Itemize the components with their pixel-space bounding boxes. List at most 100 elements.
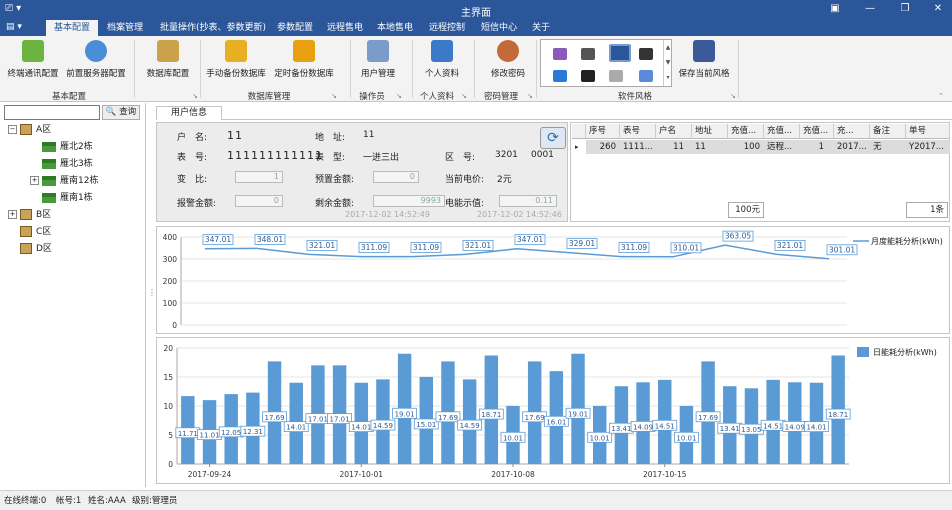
user-management-button[interactable]: 用户管理 — [356, 40, 400, 79]
scheduled-backup-button[interactable]: 定时备份数据库 — [272, 40, 336, 79]
ribbon-tabs: ▤ ▾ 基本配置 档案管理 批量操作(抄表、参数更新) 参数配置 远程售电 本地… — [0, 20, 952, 36]
skin-dark-icon[interactable] — [581, 48, 595, 60]
grid-header[interactable]: 充值... — [800, 124, 834, 139]
price-value: 2元 — [497, 175, 512, 185]
skin-gallery[interactable]: ▲ ▼ ▾ — [540, 39, 672, 87]
alarm-label: 报警金额: — [177, 199, 217, 209]
dialog-launcher-icon[interactable]: ↘ — [730, 92, 736, 100]
skin-gray-icon[interactable] — [609, 70, 623, 82]
dialog-launcher-icon[interactable]: ↘ — [192, 92, 198, 100]
data-label: 19.01 — [568, 410, 588, 418]
skin-purple-icon[interactable] — [553, 48, 567, 60]
save-style-button[interactable]: 保存当前风格 — [676, 40, 732, 79]
tab-batch[interactable]: 批量操作(抄表、参数更新) — [153, 20, 273, 36]
building-icon — [20, 243, 32, 254]
skin-black-office-icon[interactable] — [581, 70, 595, 82]
grid-cell[interactable]: 100 — [728, 140, 764, 154]
tree-node-building[interactable]: 雁南1栋 — [42, 191, 93, 205]
grid-header[interactable]: 表号 — [620, 124, 656, 139]
change-password-button[interactable]: 修改密码 — [486, 40, 530, 79]
tab-basic-config[interactable]: 基本配置 — [46, 20, 98, 36]
tree-node-building[interactable]: 雁北2栋 — [42, 140, 93, 154]
dialog-launcher-icon[interactable]: ↘ — [461, 92, 467, 100]
skin-blue-icon[interactable] — [553, 70, 567, 82]
front-server-config-button[interactable]: 前置服务器配置 — [64, 40, 128, 79]
household-label: 户 名: — [177, 133, 208, 143]
grid-cell[interactable]: 2017... — [834, 140, 870, 154]
data-label: 11.01 — [199, 432, 219, 440]
grid-header[interactable]: 地址 — [692, 124, 728, 139]
app-menu-button[interactable]: ▤ ▾ — [6, 22, 22, 32]
tree-node-area-d[interactable]: D区 — [20, 242, 52, 256]
grid-cell[interactable]: 11 — [656, 140, 692, 154]
data-label: 15.01 — [416, 421, 436, 429]
ratio-value: 1 — [235, 171, 283, 183]
tree-node-building[interactable]: 雁北3栋 — [42, 157, 93, 171]
collapse-icon[interactable]: − — [8, 125, 17, 134]
grid-header[interactable]: 充值... — [764, 124, 800, 139]
ribbon-separator — [536, 40, 537, 98]
collapse-ribbon-icon[interactable]: ⌃ — [938, 92, 944, 100]
tree-node-area-a[interactable]: − A区 — [8, 123, 51, 137]
tab-user-info[interactable]: 用户信息 — [156, 106, 222, 120]
expand-icon[interactable]: + — [8, 210, 17, 219]
status-online: 在线终端:0 — [4, 496, 47, 506]
grid-cell[interactable]: 无 — [870, 140, 906, 154]
tab-archive[interactable]: 档案管理 — [100, 20, 150, 36]
grid-header[interactable]: 充... — [834, 124, 870, 139]
tab-about[interactable]: 关于 — [526, 20, 556, 36]
grid-header[interactable]: 户名 — [656, 124, 692, 139]
skin-grid-icon[interactable] — [639, 70, 653, 82]
splitter-handle[interactable]: ⋮ — [148, 288, 156, 298]
dialog-launcher-icon[interactable]: ↘ — [396, 92, 402, 100]
search-button[interactable]: 🔍 查询 — [102, 105, 140, 120]
daily-chart-panel: 0 5 10 15 20 11.71 11.01 12.05 12.31 17.69 14.01 17… — [156, 337, 950, 484]
personal-info-button[interactable]: 个人资料 — [420, 40, 464, 79]
tree-node-building[interactable]: + 雁南12栋 — [30, 174, 98, 188]
terminal-comm-config-button[interactable]: 终端通讯配置 — [4, 40, 62, 79]
tab-params[interactable]: 参数配置 — [270, 20, 320, 36]
manual-backup-button[interactable]: 手动备份数据库 — [204, 40, 268, 79]
grid-cell[interactable]: 远程... — [764, 140, 800, 154]
grid-header[interactable]: 备注 — [870, 124, 906, 139]
skin-office-icon[interactable] — [609, 44, 631, 62]
ribbon-separator — [350, 40, 351, 98]
building-icon — [20, 226, 32, 237]
minimize-icon[interactable]: — — [863, 3, 877, 14]
status-account: 帐号:1 — [56, 496, 82, 506]
grid-cell[interactable]: 11 — [692, 140, 728, 154]
search-input[interactable] — [4, 105, 100, 120]
grid-header[interactable]: 充值... — [728, 124, 764, 139]
grid-cell[interactable]: 1111... — [620, 140, 656, 154]
grid-cell[interactable]: 1 — [800, 140, 834, 154]
grid-cell[interactable]: Y2017... — [906, 140, 950, 154]
refresh-button[interactable]: ⟳ — [540, 127, 566, 149]
terminal-icon — [22, 40, 44, 62]
y-tick-label: 10 — [163, 402, 173, 411]
tab-local-sale[interactable]: 本地售电 — [370, 20, 420, 36]
tab-remote-sale[interactable]: 远程售电 — [320, 20, 370, 36]
ribbon-display-icon[interactable]: ▣ — [828, 3, 842, 14]
maximize-icon[interactable]: ❐ — [898, 3, 912, 14]
grid-header[interactable]: 单号 — [906, 124, 950, 139]
ratio-label: 变 比: — [177, 175, 208, 185]
close-icon[interactable]: ✕ — [931, 3, 945, 14]
tree-node-area-b[interactable]: + B区 — [8, 208, 51, 222]
data-label: 13.05 — [741, 426, 761, 434]
data-label: 14.51 — [763, 422, 783, 430]
building-icon — [20, 124, 32, 135]
skin-black-icon[interactable] — [639, 48, 653, 60]
tree-node-area-c[interactable]: C区 — [20, 225, 51, 239]
expand-icon[interactable]: + — [30, 176, 39, 185]
dialog-launcher-icon[interactable]: ↘ — [527, 92, 533, 100]
tab-remote-control[interactable]: 远程控制 — [422, 20, 472, 36]
status-level: 级别:管理员 — [132, 496, 178, 506]
gallery-scroll[interactable]: ▲ ▼ ▾ — [663, 40, 672, 86]
grid-cell[interactable]: 260 — [586, 140, 620, 154]
reading-value: 0.11 — [499, 195, 557, 207]
tab-sms[interactable]: 短信中心 — [474, 20, 524, 36]
grid-header[interactable]: 序号 — [586, 124, 620, 139]
dialog-launcher-icon[interactable]: ↘ — [331, 92, 337, 100]
database-config-button[interactable]: 数据库配置 — [140, 40, 196, 79]
remain-value: 9993 — [373, 195, 445, 207]
